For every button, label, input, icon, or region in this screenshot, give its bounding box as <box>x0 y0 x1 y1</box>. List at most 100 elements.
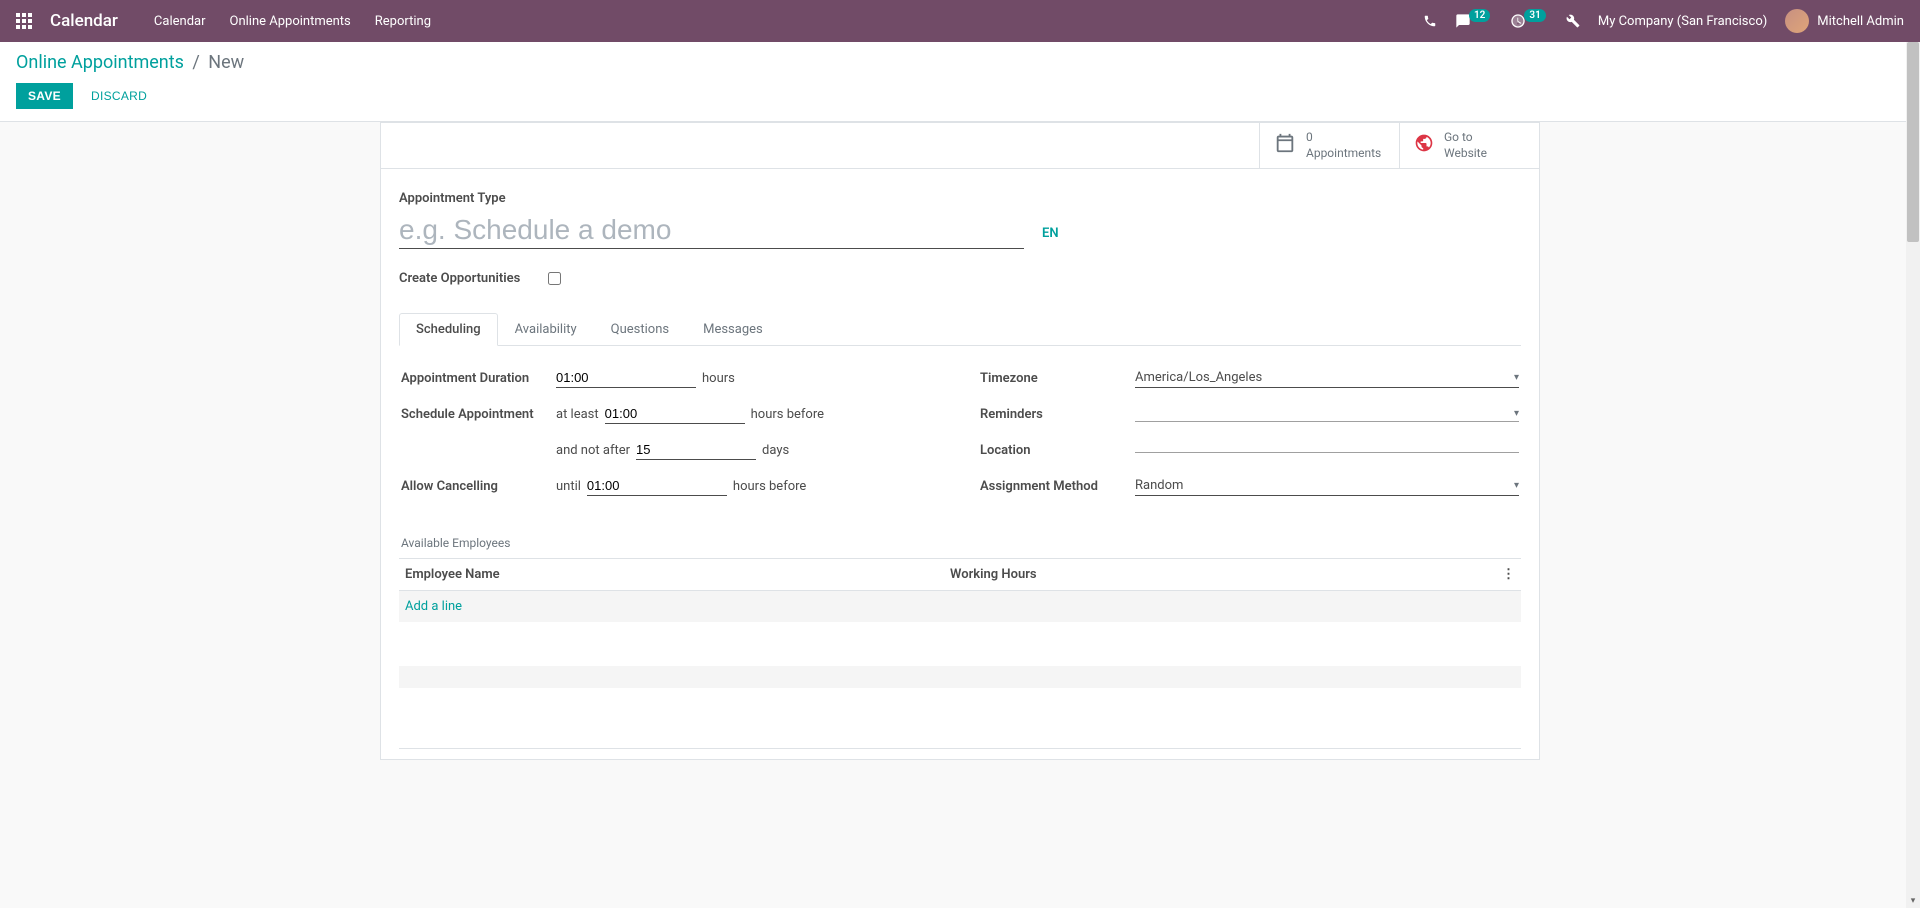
breadcrumb-separator: / <box>192 52 199 73</box>
schedule-max-row: and not after days <box>401 436 940 464</box>
cancel-prefix: until <box>556 479 581 494</box>
top-navbar: Calendar Calendar Online Appointments Re… <box>0 0 1920 42</box>
nav-link-calendar[interactable]: Calendar <box>154 14 206 29</box>
tab-content-scheduling: Appointment Duration hours Schedule Appo… <box>399 346 1521 518</box>
appointment-type-label: Appointment Type <box>399 191 1521 206</box>
scheduling-col-left: Appointment Duration hours Schedule Appo… <box>401 364 940 508</box>
schedule-min-prefix: at least <box>556 407 599 422</box>
nav-link-reporting[interactable]: Reporting <box>375 14 431 29</box>
assignment-row: Assignment Method Random ▾ <box>980 472 1519 500</box>
scrollbar-thumb[interactable] <box>1907 42 1919 242</box>
duration-row: Appointment Duration hours <box>401 364 940 392</box>
stat-appointments-label: Appointments <box>1306 146 1381 162</box>
title-input-row: EN <box>399 212 1521 249</box>
chevron-down-icon: ▾ <box>1514 372 1519 383</box>
timezone-value: America/Los_Angeles <box>1135 370 1262 385</box>
employees-table: Employee Name Working Hours ⋮ Add a line <box>399 558 1521 749</box>
add-line-link[interactable]: Add a line <box>405 599 462 614</box>
user-name: Mitchell Admin <box>1817 14 1904 29</box>
timezone-label: Timezone <box>980 371 1135 386</box>
content-wrap: 0 Appointments Go to Website <box>0 122 1920 900</box>
table-row <box>399 688 1521 748</box>
discard-button[interactable]: DISCARD <box>81 83 157 109</box>
timezone-select[interactable]: America/Los_Angeles ▾ <box>1135 368 1519 388</box>
tabs: Scheduling Availability Questions Messag… <box>399 312 1521 346</box>
breadcrumb-parent[interactable]: Online Appointments <box>16 52 184 73</box>
table-row <box>399 622 1521 662</box>
stat-goto-line2: Website <box>1444 146 1487 162</box>
create-opportunities-row: Create Opportunities <box>399 271 1521 286</box>
form-body: Appointment Type EN Create Opportunities… <box>381 169 1539 749</box>
appointment-type-input[interactable] <box>399 212 1024 249</box>
stat-goto-website[interactable]: Go to Website <box>1399 123 1539 168</box>
duration-unit: hours <box>702 371 735 386</box>
breadcrumb-current: New <box>208 52 244 73</box>
save-button[interactable]: SAVE <box>16 83 73 109</box>
tab-scheduling[interactable]: Scheduling <box>399 313 498 346</box>
assignment-label: Assignment Method <box>980 479 1135 494</box>
phone-icon[interactable] <box>1423 14 1437 28</box>
cancel-label: Allow Cancelling <box>401 479 556 494</box>
table-row <box>399 666 1521 688</box>
nav-link-online-appointments[interactable]: Online Appointments <box>230 14 351 29</box>
schedule-min-input[interactable] <box>605 404 745 424</box>
activities-badge: 31 <box>1524 9 1545 22</box>
schedule-max-input[interactable] <box>636 440 756 460</box>
navbar-left: Calendar Calendar Online Appointments Re… <box>16 11 431 31</box>
stat-appointments-count: 0 <box>1306 130 1381 146</box>
activities-icon[interactable]: 31 <box>1510 13 1547 29</box>
user-menu[interactable]: Mitchell Admin <box>1785 9 1904 33</box>
stat-spacer <box>381 123 1259 168</box>
control-panel: Online Appointments / New SAVE DISCARD <box>0 42 1920 122</box>
col-working-hours: Working Hours <box>950 567 1495 582</box>
company-selector[interactable]: My Company (San Francisco) <box>1598 14 1767 29</box>
create-opportunities-checkbox[interactable] <box>548 272 561 285</box>
apps-icon[interactable] <box>16 13 32 29</box>
table-menu-icon[interactable]: ⋮ <box>1495 567 1515 582</box>
duration-label: Appointment Duration <box>401 371 556 386</box>
schedule-max-prefix: and not after <box>556 443 630 458</box>
form-sheet-bg: 0 Appointments Go to Website <box>380 122 1540 900</box>
schedule-min-unit: hours before <box>751 407 824 422</box>
calendar-icon <box>1274 132 1296 159</box>
schedule-max-unit: days <box>762 443 789 458</box>
stat-goto-line1: Go to <box>1444 130 1487 146</box>
language-button[interactable]: EN <box>1042 226 1059 249</box>
navbar-right: 12 31 My Company (San Francisco) Mitchel… <box>1423 9 1904 33</box>
col-employee-name: Employee Name <box>405 567 950 582</box>
globe-icon <box>1414 133 1434 158</box>
scroll-down-icon[interactable]: ▾ <box>1907 894 1919 908</box>
location-input[interactable] <box>1135 448 1519 453</box>
available-employees-title: Available Employees <box>401 536 1521 550</box>
form-sheet: 0 Appointments Go to Website <box>380 122 1540 760</box>
chevron-down-icon: ▾ <box>1514 480 1519 491</box>
title-block: Appointment Type EN <box>399 191 1521 249</box>
scrollbar[interactable]: ▴ ▾ <box>1906 42 1920 908</box>
debug-icon[interactable] <box>1566 14 1580 28</box>
reminders-label: Reminders <box>980 407 1135 422</box>
avatar <box>1785 9 1809 33</box>
tab-questions[interactable]: Questions <box>594 313 686 346</box>
messages-icon[interactable]: 12 <box>1455 13 1492 29</box>
stat-bar: 0 Appointments Go to Website <box>381 123 1539 169</box>
create-opportunities-label: Create Opportunities <box>399 271 520 286</box>
employees-header: Employee Name Working Hours ⋮ <box>399 559 1521 591</box>
stat-appointments[interactable]: 0 Appointments <box>1259 123 1399 168</box>
assignment-value: Random <box>1135 478 1183 493</box>
employees-body: Add a line <box>399 591 1521 748</box>
assignment-select[interactable]: Random ▾ <box>1135 476 1519 496</box>
location-label: Location <box>980 443 1135 458</box>
tab-availability[interactable]: Availability <box>498 313 594 346</box>
messages-badge: 12 <box>1469 9 1490 22</box>
duration-input[interactable] <box>556 368 696 388</box>
schedule-min-row: Schedule Appointment at least hours befo… <box>401 400 940 428</box>
cancel-unit: hours before <box>733 479 806 494</box>
cancel-input[interactable] <box>587 476 727 496</box>
reminders-select[interactable]: ▾ <box>1135 406 1519 422</box>
breadcrumb: Online Appointments / New <box>16 52 1904 73</box>
chevron-down-icon: ▾ <box>1514 408 1519 419</box>
app-brand[interactable]: Calendar <box>50 11 118 31</box>
tab-messages[interactable]: Messages <box>686 313 780 346</box>
location-row: Location <box>980 436 1519 464</box>
scheduling-col-right: Timezone America/Los_Angeles ▾ Reminders <box>980 364 1519 508</box>
